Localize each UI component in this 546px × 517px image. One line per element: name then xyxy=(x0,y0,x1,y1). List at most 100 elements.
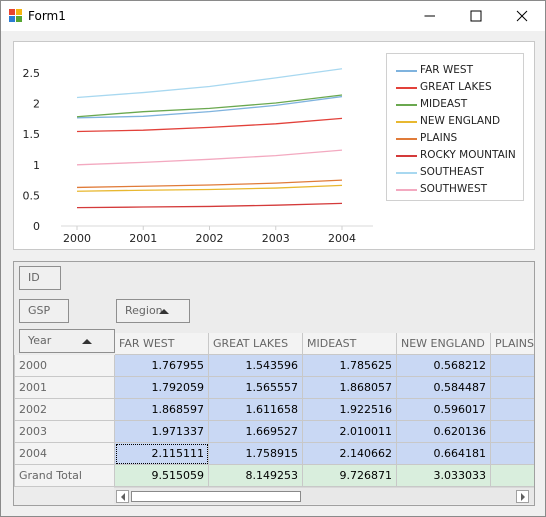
row-header[interactable]: 2002 xyxy=(14,399,115,421)
close-button[interactable] xyxy=(499,1,545,31)
data-cell[interactable]: 2.115111 xyxy=(115,443,209,465)
legend-item: PLAINS xyxy=(387,131,523,147)
data-cell[interactable]: 1.669527 xyxy=(209,421,303,443)
data-field-gsp[interactable]: GSP xyxy=(19,299,69,323)
data-cell[interactable]: 1.792059 xyxy=(115,377,209,399)
series-line-great-lakes xyxy=(76,117,343,133)
x-tick-label: 2001 xyxy=(129,232,157,245)
field-label: Region xyxy=(125,304,163,317)
legend-item: GREAT LAKES xyxy=(387,80,523,96)
horizontal-scrollbar[interactable] xyxy=(114,487,534,504)
data-cell[interactable]: 1.611658 xyxy=(209,399,303,421)
legend-label: ROCKY MOUNTAIN xyxy=(420,149,516,161)
maximize-button[interactable] xyxy=(453,1,499,31)
data-cell[interactable] xyxy=(491,399,534,421)
data-cell[interactable]: 1.565557 xyxy=(209,377,303,399)
window-title: Form1 xyxy=(28,9,66,23)
data-cell[interactable]: 0.568212 xyxy=(397,355,491,377)
legend-swatch xyxy=(396,189,417,191)
grand-total-cell[interactable]: 9.515059 xyxy=(115,465,209,487)
legend-swatch xyxy=(396,70,417,72)
series-line-southeast xyxy=(76,68,343,99)
series-line-southwest xyxy=(76,149,343,166)
legend-label: FAR WEST xyxy=(420,64,473,76)
legend-label: MIDEAST xyxy=(420,98,468,110)
data-cell[interactable]: 2.140662 xyxy=(303,443,397,465)
data-cell[interactable]: 2.010011 xyxy=(303,421,397,443)
legend-item: ROCKY MOUNTAIN xyxy=(387,148,523,164)
title-bar[interactable]: Form1 xyxy=(1,1,545,31)
data-cell[interactable] xyxy=(491,421,534,443)
grand-total-cell[interactable]: 8.149253 xyxy=(209,465,303,487)
x-tick-label: 2002 xyxy=(196,232,224,245)
grand-total-cell[interactable]: 9.726871 xyxy=(303,465,397,487)
grand-total-label: Grand Total xyxy=(14,465,115,487)
chart-legend: FAR WEST GREAT LAKES MIDEAST NEW ENGLAND PLA… xyxy=(386,53,524,201)
legend-label: PLAINS xyxy=(420,132,458,144)
row-header[interactable]: 2003 xyxy=(14,421,115,443)
x-tick-label: 2003 xyxy=(262,232,290,245)
row-field-year[interactable]: Year xyxy=(19,329,115,353)
grand-total-cell[interactable]: 3.033033 xyxy=(397,465,491,487)
y-tick-label: 1 xyxy=(33,159,40,172)
data-cell[interactable]: 1.543596 xyxy=(209,355,303,377)
data-cell[interactable]: 0.664181 xyxy=(397,443,491,465)
column-header[interactable]: MIDEAST xyxy=(303,333,397,355)
row-header[interactable]: 2000 xyxy=(14,355,115,377)
y-tick-label: 0.5 xyxy=(23,189,41,202)
scroll-left-button[interactable] xyxy=(116,490,129,503)
column-header[interactable]: PLAINS xyxy=(491,333,534,355)
grand-total-cell[interactable] xyxy=(491,465,534,487)
scroll-right-button[interactable] xyxy=(516,490,529,503)
data-cell[interactable]: 1.971337 xyxy=(115,421,209,443)
winforms-app-icon xyxy=(9,9,22,22)
row-header[interactable]: 2004 xyxy=(14,443,115,465)
data-cell[interactable]: 1.868597 xyxy=(115,399,209,421)
column-header[interactable]: NEW ENGLAND xyxy=(397,333,491,355)
pivot-grid: ID GSP Region Year FAR WEST GREAT LAKES MI… xyxy=(13,261,535,506)
legend-label: GREAT LAKES xyxy=(420,81,492,93)
legend-label: SOUTHEAST xyxy=(420,166,484,178)
sort-ascending-icon[interactable] xyxy=(82,339,92,344)
scroll-left-arrow-icon xyxy=(121,493,125,501)
data-cell[interactable] xyxy=(491,355,534,377)
series-line-mideast xyxy=(76,94,343,118)
data-cell[interactable]: 1.785625 xyxy=(303,355,397,377)
scroll-right-arrow-icon xyxy=(521,493,525,501)
column-field-region[interactable]: Region xyxy=(116,299,190,323)
legend-label: SOUTHWEST xyxy=(420,183,488,195)
legend-swatch xyxy=(396,87,417,89)
legend-swatch xyxy=(396,138,417,140)
data-cell[interactable]: 0.596017 xyxy=(397,399,491,421)
legend-label: NEW ENGLAND xyxy=(420,115,501,127)
series-line-rocky-mountain xyxy=(76,202,343,209)
data-cell[interactable]: 1.868057 xyxy=(303,377,397,399)
scroll-thumb[interactable] xyxy=(131,491,301,502)
chart-panel: 0 0.5 1 1.5 2 2.5 2000 2001 2002 2003 2004 FAR WES… xyxy=(13,41,535,250)
data-cell[interactable]: 1.922516 xyxy=(303,399,397,421)
data-cell[interactable]: 0.584487 xyxy=(397,377,491,399)
column-header[interactable]: GREAT LAKES xyxy=(209,333,303,355)
legend-item: SOUTHWEST xyxy=(387,182,523,198)
legend-swatch xyxy=(396,155,417,157)
filter-field-id[interactable]: ID xyxy=(19,266,61,290)
y-tick-label: 0 xyxy=(33,220,40,233)
data-cell[interactable] xyxy=(491,443,534,465)
legend-swatch xyxy=(396,121,417,123)
field-label: ID xyxy=(28,271,40,284)
legend-item: MIDEAST xyxy=(387,97,523,113)
data-cell[interactable]: 1.758915 xyxy=(209,443,303,465)
data-cell[interactable] xyxy=(491,377,534,399)
field-label: Year xyxy=(28,334,52,347)
sort-ascending-icon[interactable] xyxy=(159,309,169,314)
legend-swatch xyxy=(396,172,417,174)
row-header[interactable]: 2001 xyxy=(14,377,115,399)
data-cell[interactable]: 0.620136 xyxy=(397,421,491,443)
x-tick-label: 2004 xyxy=(328,232,356,245)
legend-item: NEW ENGLAND xyxy=(387,114,523,130)
legend-item: FAR WEST xyxy=(387,63,523,79)
data-cell[interactable]: 1.767955 xyxy=(115,355,209,377)
minimize-button[interactable] xyxy=(407,1,453,31)
close-icon xyxy=(516,10,528,22)
column-header[interactable]: FAR WEST xyxy=(115,333,209,355)
